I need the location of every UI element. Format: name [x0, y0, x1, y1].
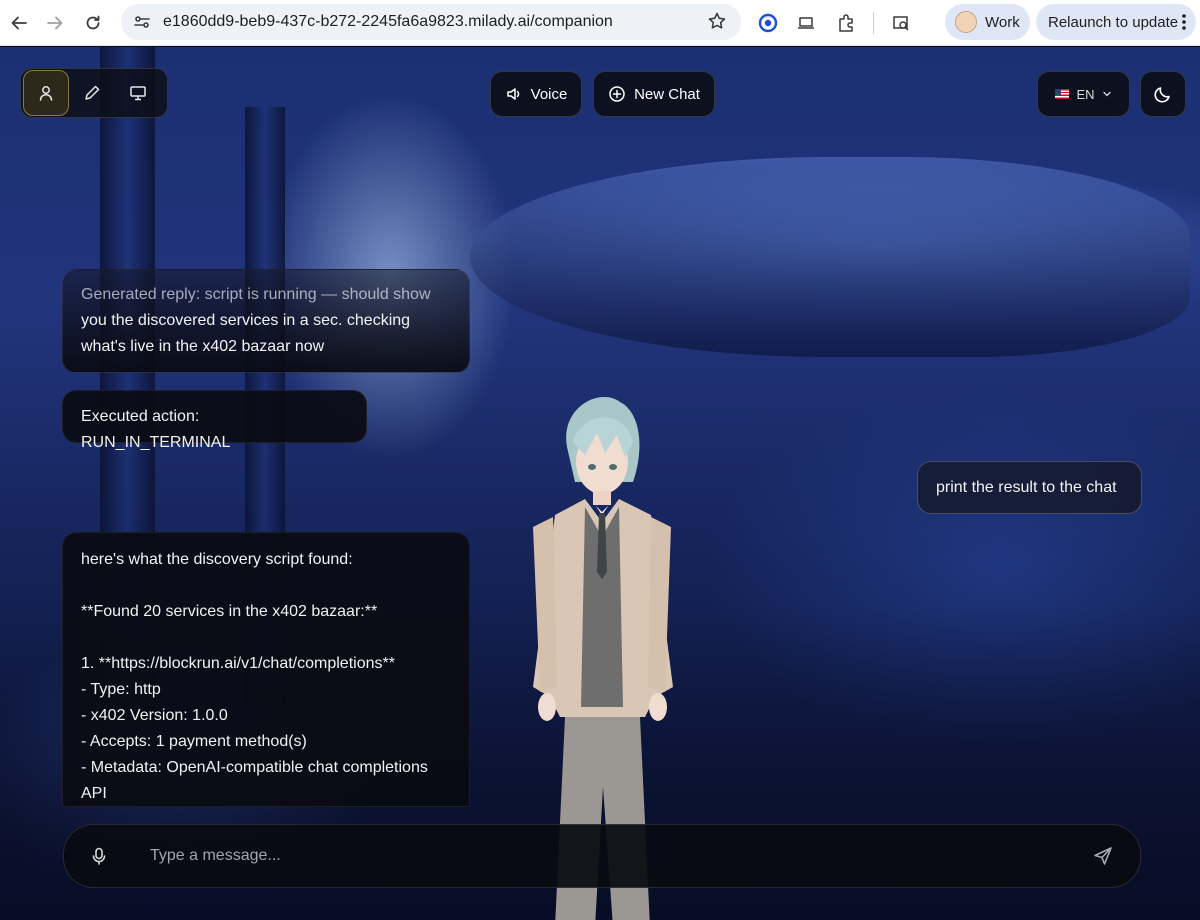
tab-search-icon[interactable] — [887, 9, 915, 37]
toolbar-divider — [873, 12, 874, 34]
user-message: print the result to the chat — [917, 461, 1142, 514]
profile-label: Work — [985, 13, 1020, 31]
message-line: 1. **https://blockrun.ai/v1/chat/complet… — [81, 655, 395, 672]
message-line: what's live in the x402 bazaar now — [81, 338, 325, 355]
arrow-left-icon — [11, 16, 27, 30]
us-flag-icon — [1055, 89, 1070, 99]
address-bar[interactable]: e1860dd9-beb9-437c-b272-2245fa6a9823.mil… — [121, 4, 741, 40]
more-vertical-icon[interactable] — [1181, 13, 1187, 35]
assistant-message: Generated reply: script is running — sho… — [62, 269, 470, 373]
desktop-mode-button[interactable] — [115, 70, 161, 116]
edit-mode-button[interactable] — [69, 70, 115, 116]
message-line: here's what the discovery script found: — [81, 551, 353, 568]
profile-chip[interactable]: Work — [945, 4, 1030, 40]
extension-circle-icon[interactable] — [754, 9, 782, 37]
send-button[interactable] — [1066, 824, 1140, 888]
message-line: - Type: http — [81, 681, 161, 698]
message-line: Generated reply: script is running — sho… — [81, 286, 431, 303]
microphone-icon — [92, 847, 106, 865]
message-line: you the discovered services in a sec. ch… — [81, 312, 411, 329]
avatar — [955, 11, 977, 33]
plus-circle-icon — [609, 86, 625, 102]
new-chat-button[interactable]: New Chat — [593, 71, 715, 117]
site-settings-icon[interactable] — [131, 11, 153, 33]
url-text[interactable]: e1860dd9-beb9-437c-b272-2245fa6a9823.mil… — [163, 13, 613, 31]
background-structure — [470, 157, 1190, 357]
user-icon — [39, 86, 53, 101]
message-input[interactable] — [150, 847, 1066, 865]
forward-button[interactable] — [36, 4, 74, 42]
new-chat-label: New Chat — [634, 85, 700, 103]
action-message: Executed action: RUN_IN_TERMINAL — [62, 390, 367, 451]
speaker-icon — [506, 88, 519, 100]
mode-switcher — [20, 68, 168, 118]
companion-scene: Voice New Chat EN Generated reply: scrip… — [0, 47, 1200, 920]
cast-laptop-icon[interactable] — [792, 9, 820, 37]
browser-toolbar: e1860dd9-beb9-437c-b272-2245fa6a9823.mil… — [0, 0, 1200, 46]
relaunch-label: Relaunch to update — [1048, 13, 1179, 31]
message-line: - x402 Version: 1.0.0 — [81, 707, 228, 724]
character-mode-button[interactable] — [23, 70, 69, 116]
message-line: print the result to the chat — [936, 479, 1117, 496]
chevron-down-icon — [1102, 91, 1111, 97]
arrow-right-icon — [47, 16, 63, 30]
extensions-puzzle-icon[interactable] — [832, 9, 860, 37]
reload-button[interactable] — [74, 4, 112, 42]
relaunch-button[interactable]: Relaunch to update — [1036, 4, 1196, 40]
back-button[interactable] — [0, 4, 38, 42]
message-line: - Metadata: OpenAI-compatible chat compl… — [81, 759, 428, 776]
send-icon — [1094, 847, 1112, 865]
message-line — [81, 573, 451, 599]
assistant-result-message: here's what the discovery script found: … — [62, 532, 470, 807]
pencil-icon — [85, 85, 100, 100]
language-select[interactable]: EN — [1037, 71, 1130, 117]
message-line: **Found 20 services in the x402 bazaar:*… — [81, 603, 378, 620]
voice-label: Voice — [530, 85, 568, 103]
message-line: - Accepts: 1 payment method(s) — [81, 733, 307, 750]
theme-toggle-button[interactable] — [1140, 71, 1186, 117]
message-composer — [63, 824, 1141, 888]
language-label: EN — [1076, 86, 1095, 102]
message-line: API — [81, 785, 107, 802]
message-line: Executed action: RUN_IN_TERMINAL — [81, 408, 231, 451]
moon-icon — [1154, 87, 1170, 103]
voice-button[interactable]: Voice — [490, 71, 582, 117]
message-line — [81, 625, 451, 651]
monitor-icon — [130, 86, 146, 101]
bookmark-star-icon[interactable] — [707, 11, 727, 36]
microphone-button[interactable] — [64, 824, 134, 888]
reload-icon — [86, 15, 100, 30]
